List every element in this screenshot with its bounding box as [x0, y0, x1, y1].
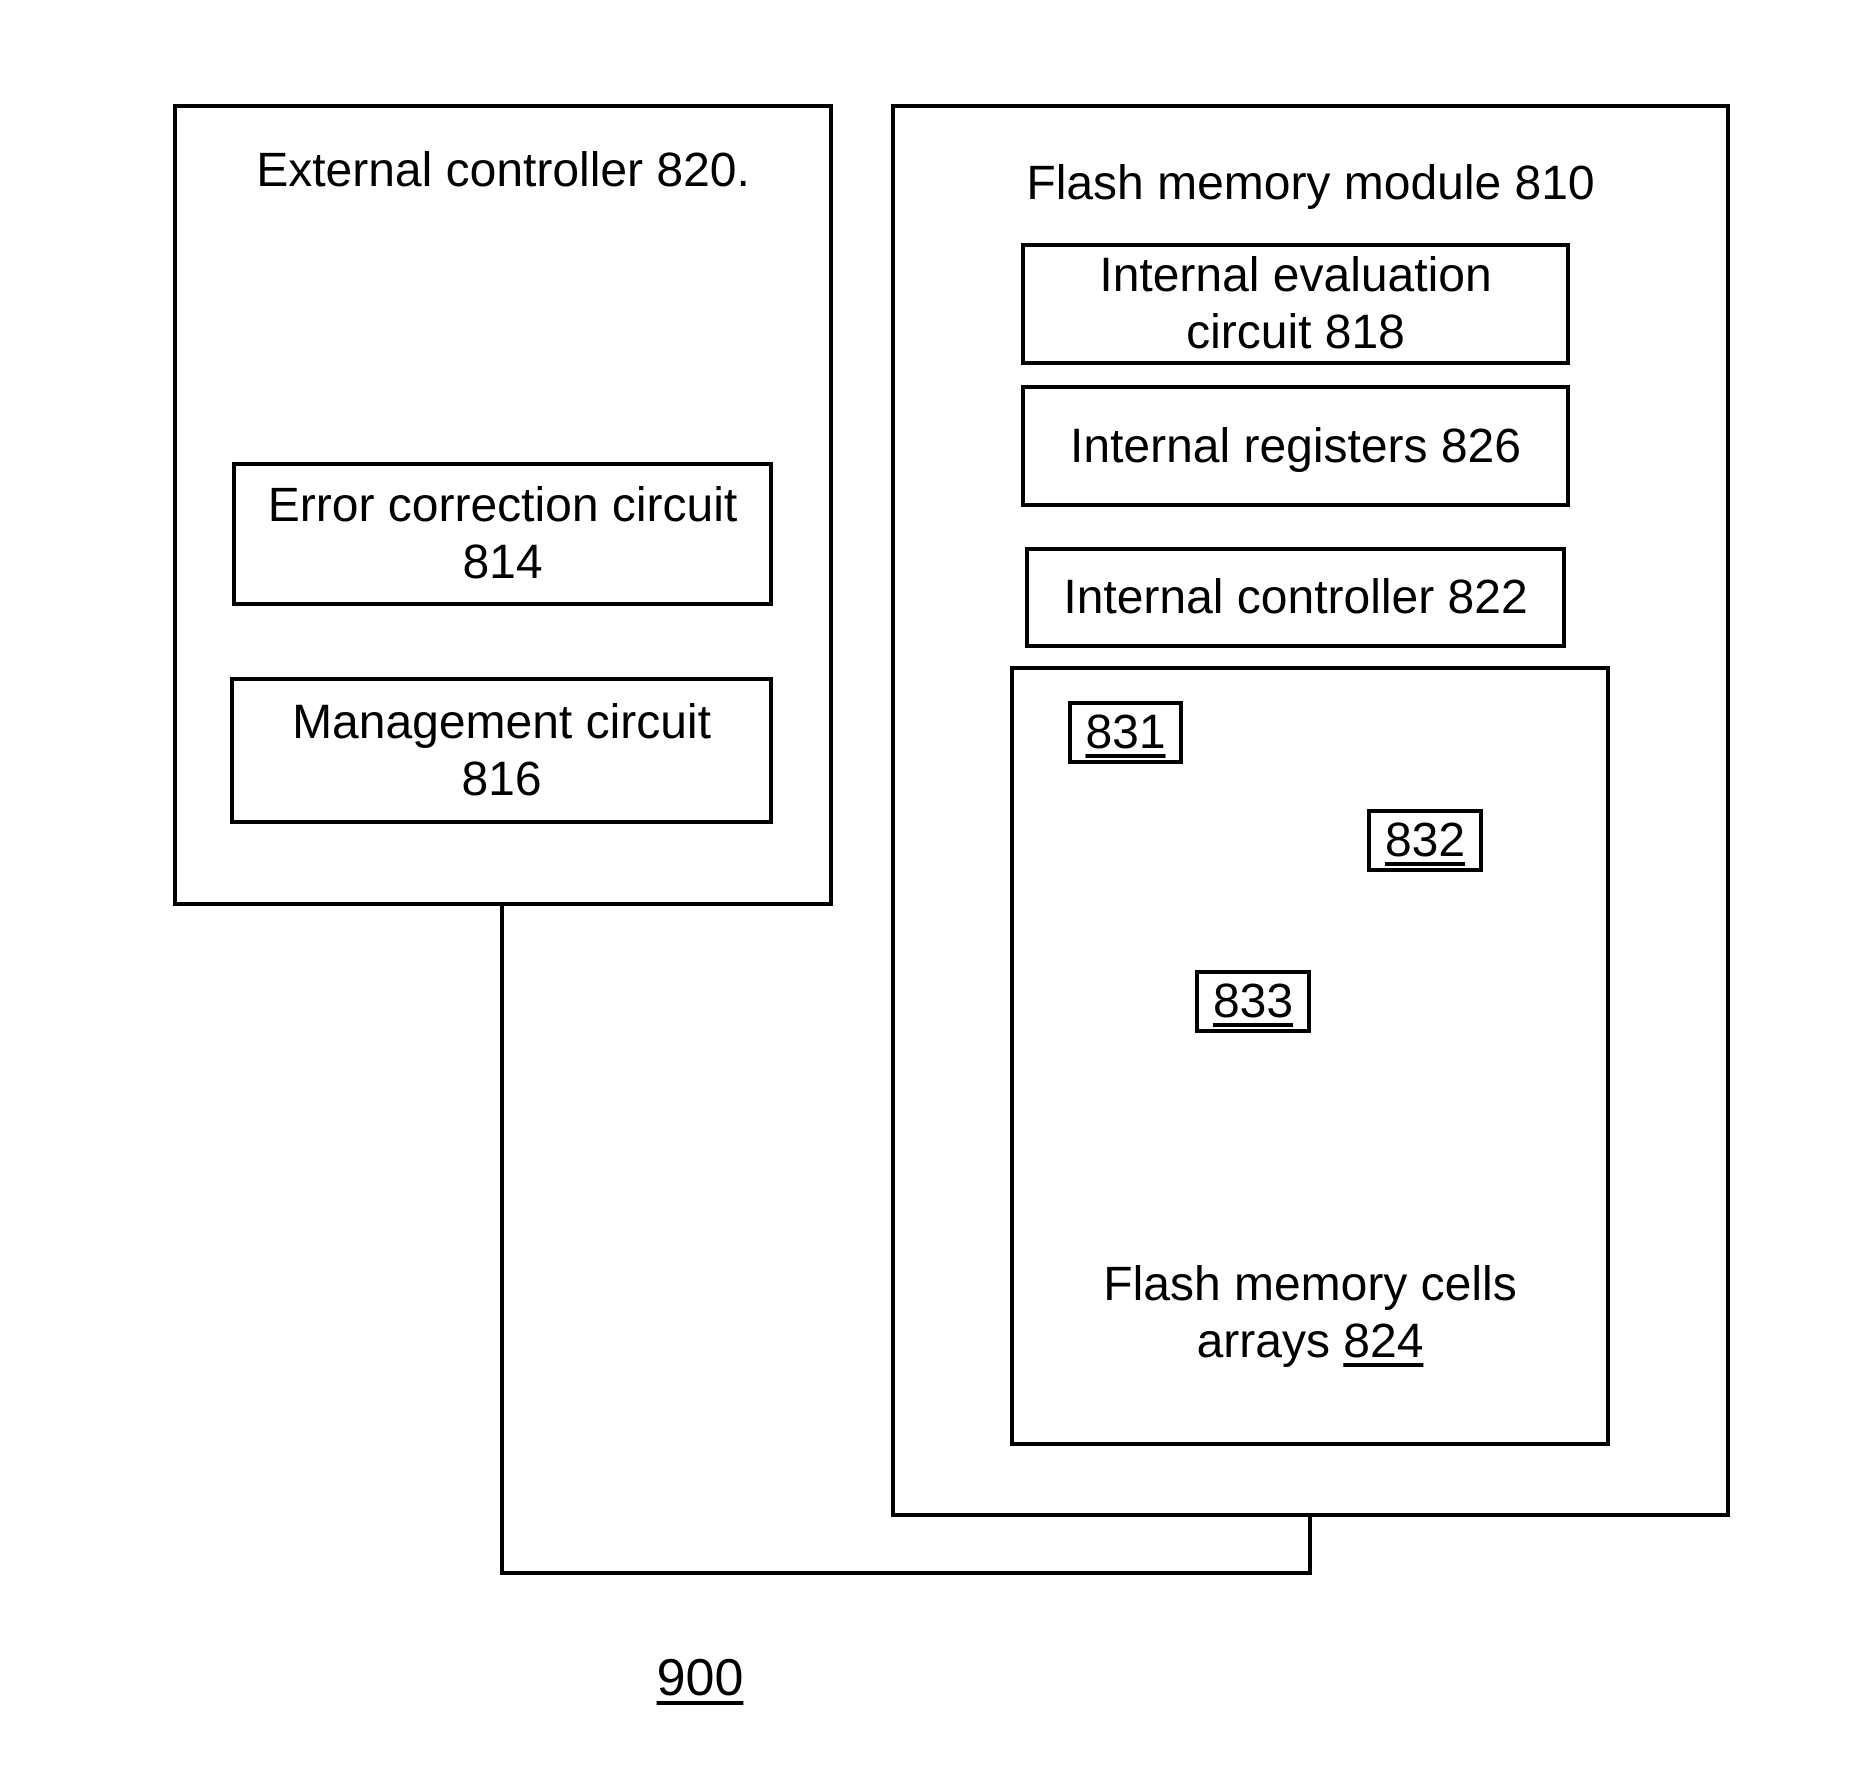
memory-block-833-label: 833	[1212, 975, 1294, 1028]
connector-vertical-left	[500, 904, 504, 1575]
memory-block-831: 831	[1068, 701, 1183, 764]
flash-memory-module-title: Flash memory module 810	[1026, 157, 1595, 210]
memory-block-832: 832	[1367, 809, 1483, 872]
memory-block-832-label: 832	[1384, 814, 1466, 867]
connector-horizontal	[500, 1571, 1312, 1575]
error-correction-circuit-box: Error correction circuit 814	[232, 462, 773, 606]
cells-arrays-text: Flash memory cells arrays	[1103, 1258, 1517, 1368]
internal-evaluation-circuit-box: Internal evaluation circuit 818	[1021, 243, 1570, 365]
memory-block-831-label: 831	[1085, 706, 1166, 759]
management-circuit-box: Management circuit 816	[230, 677, 773, 824]
external-controller-title: External controller 820.	[256, 144, 750, 197]
internal-controller-box: Internal controller 822	[1025, 547, 1566, 648]
connector-vertical-right	[1308, 1515, 1312, 1575]
flash-memory-cells-arrays-label: Flash memory cells arrays 824	[1010, 1199, 1610, 1370]
memory-block-833: 833	[1195, 970, 1311, 1033]
cells-arrays-ref: 824	[1343, 1315, 1424, 1368]
internal-registers-box: Internal registers 826	[1021, 385, 1570, 507]
figure-reference-number: 900	[656, 1649, 744, 1707]
